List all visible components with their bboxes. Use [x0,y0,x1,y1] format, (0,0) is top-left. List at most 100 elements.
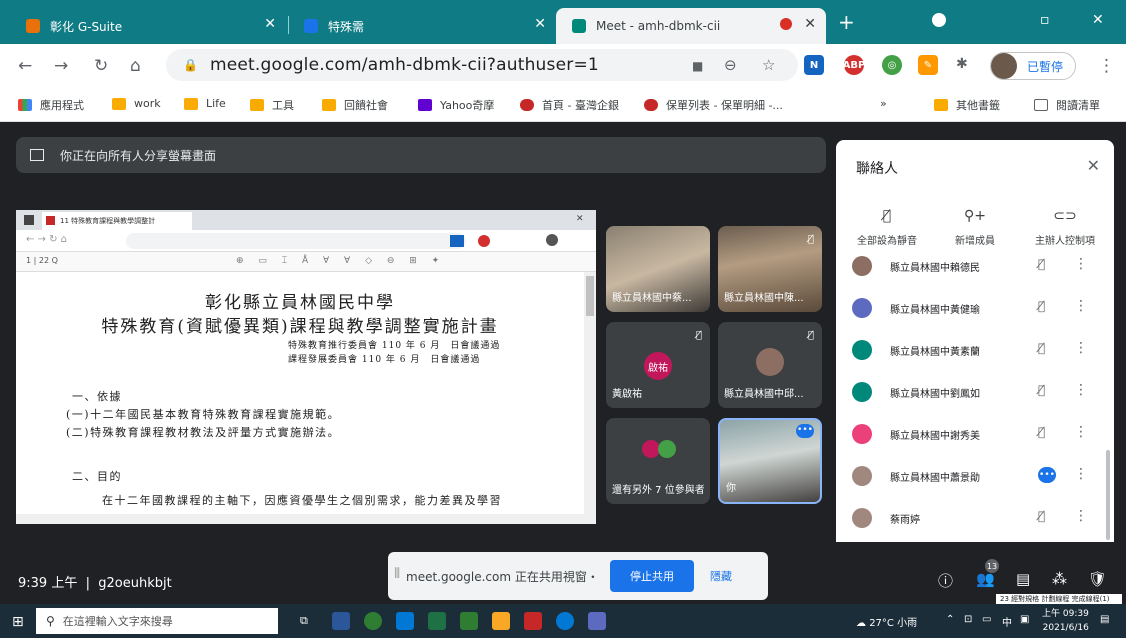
list-item[interactable]: 縣立員林國中賴德民 🎙̸ ⋮ [836,246,1114,286]
drag-handle-icon[interactable]: ⦀ [394,566,400,582]
meet-stage: 你正在向所有人分享螢幕畫面 11 特殊教育課程與教學調整計 ✕ ← → ↻ ⌂ … [0,122,1126,606]
participant-tile[interactable]: 🎙̸ 縣立員林國中邱... [718,322,822,408]
participant-tile[interactable]: 縣立員林國中蔡... [606,226,710,312]
host-controls-button[interactable]: ⊂⊃ 主辦人控制項 [1020,208,1110,247]
mic-off-icon: 🎙̸ [807,330,814,341]
toggle-icon: ⊂⊃ [1053,208,1077,224]
participant-tile[interactable]: 🎙̸ 啟祐 黃啟祐 [606,322,710,408]
bookmark-star-icon[interactable]: ☆ [762,56,775,74]
adblock-icon[interactable]: ABP [843,55,865,75]
reading-list[interactable]: 閱讀清單 [1034,97,1100,113]
more-bookmarks-icon[interactable]: » [880,97,887,110]
network-icon[interactable]: ⊡ [964,614,972,625]
windows-taskbar: ⊞ ⚲ 在這裡輸入文字來搜尋 ⧉ ☁ 27°C 小雨 ⌃ ⊡ ▭ 中 ▣ 上午 … [0,604,1126,638]
speaking-icon: ••• [1038,467,1056,483]
panel-title: 聯絡人 [856,161,898,177]
list-item[interactable]: 縣立員林國中黃健瑜 🎙̸ ⋮ [836,288,1114,328]
profile-button[interactable]: 已暫停 [990,52,1076,80]
camera-icon[interactable]: ■ [692,59,703,73]
extension-green-icon[interactable]: ◎ [882,55,902,75]
avatar [852,382,872,402]
edge-icon[interactable] [556,612,574,630]
pdf-reader-icon[interactable] [524,612,542,630]
stop-sharing-button[interactable]: 停止共用 [610,560,694,592]
menu-kebab-icon[interactable]: ⋮ [1098,56,1115,76]
bookmark-yahoo[interactable]: Yahoo奇摩 [418,97,494,113]
bookmark-work[interactable]: work [112,97,161,110]
bookmark-tbb[interactable]: 首頁 - 臺灣企銀 [520,97,619,113]
minimize-icon[interactable]: ▫ [1040,12,1050,28]
list-item[interactable]: 縣立員林國中劉鳳如 🎙̸ ⋮ [836,372,1114,412]
photos-icon[interactable] [460,612,478,630]
extensions-puzzle-icon[interactable]: ✱ [956,56,968,72]
list-item[interactable]: 縣立員林國中謝秀美 🎙̸ ⋮ [836,414,1114,454]
tab-gsuite[interactable]: 彰化 G-Suite ✕ [10,8,286,44]
weather-widget[interactable]: ☁ 27°C 小雨 [856,614,917,629]
tab-label: 彰化 G-Suite [50,19,123,34]
safety-icon[interactable]: 🛡 [1088,570,1107,588]
keyboard-icon[interactable]: ▣ [1020,614,1029,625]
taskbar-search[interactable]: ⚲ 在這裡輸入文字來搜尋 [36,608,278,634]
task-view-icon[interactable]: ⧉ [300,614,308,628]
more-vert-icon[interactable]: ⋮ [1074,256,1088,272]
hide-button[interactable]: 隱藏 [710,568,732,584]
mute-all-button[interactable]: 🎙̸ 全部設為靜音 [842,208,932,247]
close-icon[interactable]: ✕ [804,16,816,32]
add-people-button[interactable]: ⚲+ 新增成員 [930,208,1020,247]
extension-key-icon[interactable]: ✎ [918,55,938,75]
windows-start-icon[interactable]: ⊞ [12,614,24,630]
more-vert-icon[interactable]: ⋮ [1074,424,1088,440]
bookmark-policy[interactable]: 保單列表 - 保單明細 -... [644,97,783,113]
more-vert-icon[interactable]: ⋮ [1074,382,1088,398]
new-tab-button[interactable]: + [838,10,855,34]
more-vert-icon[interactable]: ⋮ [1074,466,1088,482]
chrome-icon[interactable] [364,612,382,630]
paint-icon[interactable] [588,612,606,630]
notification-icon[interactable]: ▤ [1100,614,1109,625]
battery-icon[interactable]: ▭ [982,614,991,625]
bookmark-apps[interactable]: 應用程式 [18,97,84,113]
excel-icon[interactable] [428,612,446,630]
more-vert-icon[interactable]: ⋮ [1074,508,1088,524]
file-explorer-icon[interactable] [332,612,350,630]
tray-chevron-icon[interactable]: ⌃ [946,614,954,625]
sticky-notes-icon[interactable] [492,612,510,630]
window-close-icon[interactable]: ✕ [1092,12,1104,28]
system-clock[interactable]: 上午 09:39 2021/6/16 [1042,607,1089,635]
tab-meet[interactable]: Meet - amh-dbmk-cii ✕ [556,8,826,44]
zoom-icon[interactable]: ⊖ [724,56,737,74]
activities-icon[interactable]: ⁂ [1052,570,1067,588]
more-vert-icon[interactable]: ⋮ [1074,340,1088,356]
new-extension-icon[interactable]: N [804,55,824,75]
pdf-scrollbar [584,272,596,524]
list-item[interactable]: 縣立員林國中黃素蘭 🎙̸ ⋮ [836,330,1114,370]
tab-special-ed[interactable]: 特殊需 ✕ [288,8,556,44]
ime-indicator[interactable]: 中 [1002,614,1012,629]
reload-icon[interactable]: ↻ [94,56,108,76]
mail-icon[interactable] [396,612,414,630]
bookmark-tools[interactable]: 工具 [250,97,294,113]
mic-off-icon: 🎙̸ [1038,257,1046,271]
bookmark-others[interactable]: 其他書籤 [934,97,1000,113]
list-item[interactable]: 縣立員林國中蕭景勛 ••• ⋮ [836,456,1114,496]
more-options-icon[interactable]: ••• [796,424,814,438]
pdf-document: 彰化縣立員林國民中學 特殊教育(資賦優異類)課程與教學調整實施計畫 特殊教育推行… [16,272,584,524]
list-item[interactable]: 蔡雨婷 🎙̸ ⋮ [836,498,1114,538]
close-icon[interactable]: ✕ [534,16,546,32]
others-tile[interactable]: 還有另外 7 位參與者 [606,418,710,504]
participant-tile[interactable]: 🎙̸ 縣立員林國中陳... [718,226,822,312]
home-icon[interactable]: ⌂ [130,56,141,76]
self-tile[interactable]: ••• 你 [718,418,822,504]
chat-icon[interactable]: ▤ [1016,570,1030,588]
more-vert-icon[interactable]: ⋮ [1074,298,1088,314]
account-switch-icon[interactable] [932,13,946,27]
close-icon[interactable]: ✕ [264,16,276,32]
doc-heading: 一、依據 [72,390,122,403]
close-icon[interactable]: ✕ [1087,156,1100,175]
panel-scrollbar[interactable] [1106,450,1110,540]
bookmark-charity[interactable]: 回饋社會 [322,97,388,113]
info-icon[interactable]: ⓘ [938,570,953,591]
back-icon[interactable]: ← [18,56,32,76]
bookmark-life[interactable]: Life [184,97,226,110]
forward-icon[interactable]: → [54,56,68,76]
